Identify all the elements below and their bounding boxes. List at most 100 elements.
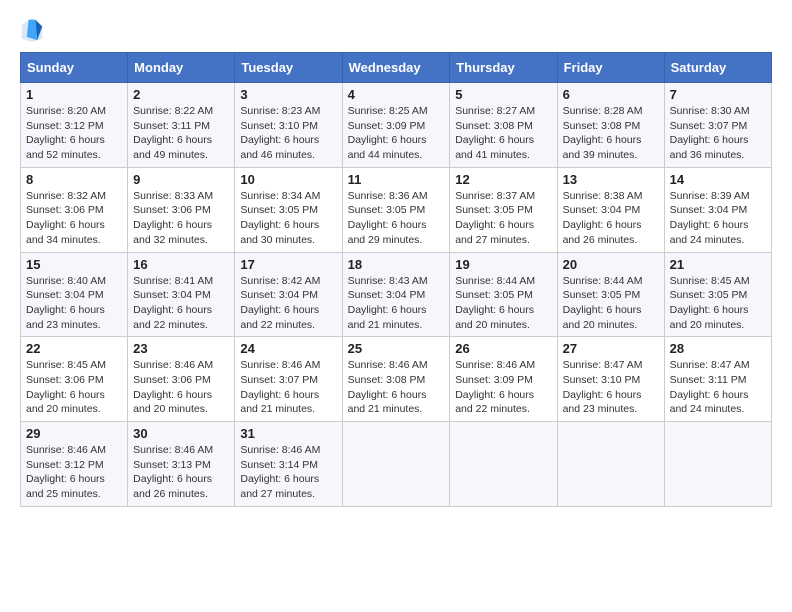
day-info: Sunrise: 8:28 AM Sunset: 3:08 PM Dayligh…	[563, 104, 659, 163]
day-info: Sunrise: 8:37 AM Sunset: 3:05 PM Dayligh…	[455, 189, 551, 248]
day-number: 27	[563, 341, 659, 356]
sunrise-text: Sunrise: 8:40 AM	[26, 275, 106, 287]
calendar-cell: 4 Sunrise: 8:25 AM Sunset: 3:09 PM Dayli…	[342, 83, 450, 168]
calendar-cell: 20 Sunrise: 8:44 AM Sunset: 3:05 PM Dayl…	[557, 252, 664, 337]
sunrise-text: Sunrise: 8:44 AM	[455, 275, 535, 287]
sunrise-text: Sunrise: 8:42 AM	[240, 275, 320, 287]
calendar-cell: 9 Sunrise: 8:33 AM Sunset: 3:06 PM Dayli…	[128, 167, 235, 252]
calendar-cell: 23 Sunrise: 8:46 AM Sunset: 3:06 PM Dayl…	[128, 337, 235, 422]
day-info: Sunrise: 8:46 AM Sunset: 3:08 PM Dayligh…	[348, 358, 445, 417]
day-info: Sunrise: 8:44 AM Sunset: 3:05 PM Dayligh…	[455, 274, 551, 333]
day-info: Sunrise: 8:47 AM Sunset: 3:11 PM Dayligh…	[670, 358, 766, 417]
sunrise-text: Sunrise: 8:46 AM	[348, 359, 428, 371]
day-info: Sunrise: 8:46 AM Sunset: 3:06 PM Dayligh…	[133, 358, 229, 417]
sunset-text: Sunset: 3:05 PM	[455, 289, 533, 301]
day-number: 23	[133, 341, 229, 356]
calendar-cell: 11 Sunrise: 8:36 AM Sunset: 3:05 PM Dayl…	[342, 167, 450, 252]
sunset-text: Sunset: 3:12 PM	[26, 459, 104, 471]
daylight-text: Daylight: 6 hours and 52 minutes.	[26, 134, 105, 161]
day-info: Sunrise: 8:46 AM Sunset: 3:07 PM Dayligh…	[240, 358, 336, 417]
daylight-text: Daylight: 6 hours and 21 minutes.	[348, 304, 427, 331]
sunrise-text: Sunrise: 8:47 AM	[670, 359, 750, 371]
sunset-text: Sunset: 3:08 PM	[455, 120, 533, 132]
calendar-cell: 15 Sunrise: 8:40 AM Sunset: 3:04 PM Dayl…	[21, 252, 128, 337]
calendar-cell: 31 Sunrise: 8:46 AM Sunset: 3:14 PM Dayl…	[235, 422, 342, 507]
daylight-text: Daylight: 6 hours and 22 minutes.	[455, 389, 534, 416]
day-number: 24	[240, 341, 336, 356]
day-number: 9	[133, 172, 229, 187]
calendar-week-3: 15 Sunrise: 8:40 AM Sunset: 3:04 PM Dayl…	[21, 252, 772, 337]
calendar-cell: 17 Sunrise: 8:42 AM Sunset: 3:04 PM Dayl…	[235, 252, 342, 337]
day-info: Sunrise: 8:33 AM Sunset: 3:06 PM Dayligh…	[133, 189, 229, 248]
day-number: 7	[670, 87, 766, 102]
sunset-text: Sunset: 3:06 PM	[133, 204, 211, 216]
daylight-text: Daylight: 6 hours and 23 minutes.	[563, 389, 642, 416]
calendar-cell: 22 Sunrise: 8:45 AM Sunset: 3:06 PM Dayl…	[21, 337, 128, 422]
day-info: Sunrise: 8:30 AM Sunset: 3:07 PM Dayligh…	[670, 104, 766, 163]
day-info: Sunrise: 8:38 AM Sunset: 3:04 PM Dayligh…	[563, 189, 659, 248]
sunset-text: Sunset: 3:04 PM	[240, 289, 318, 301]
day-info: Sunrise: 8:36 AM Sunset: 3:05 PM Dayligh…	[348, 189, 445, 248]
sunset-text: Sunset: 3:06 PM	[26, 374, 104, 386]
daylight-text: Daylight: 6 hours and 44 minutes.	[348, 134, 427, 161]
sunrise-text: Sunrise: 8:44 AM	[563, 275, 643, 287]
sunset-text: Sunset: 3:05 PM	[670, 289, 748, 301]
day-info: Sunrise: 8:46 AM Sunset: 3:12 PM Dayligh…	[26, 443, 122, 502]
weekday-header-saturday: Saturday	[664, 53, 771, 83]
daylight-text: Daylight: 6 hours and 29 minutes.	[348, 219, 427, 246]
day-number: 2	[133, 87, 229, 102]
day-info: Sunrise: 8:41 AM Sunset: 3:04 PM Dayligh…	[133, 274, 229, 333]
sunset-text: Sunset: 3:14 PM	[240, 459, 318, 471]
daylight-text: Daylight: 6 hours and 26 minutes.	[563, 219, 642, 246]
sunset-text: Sunset: 3:13 PM	[133, 459, 211, 471]
sunrise-text: Sunrise: 8:36 AM	[348, 190, 428, 202]
sunset-text: Sunset: 3:04 PM	[563, 204, 641, 216]
sunrise-text: Sunrise: 8:46 AM	[133, 359, 213, 371]
day-info: Sunrise: 8:39 AM Sunset: 3:04 PM Dayligh…	[670, 189, 766, 248]
weekday-header-friday: Friday	[557, 53, 664, 83]
sunrise-text: Sunrise: 8:20 AM	[26, 105, 106, 117]
day-number: 18	[348, 257, 445, 272]
daylight-text: Daylight: 6 hours and 20 minutes.	[26, 389, 105, 416]
day-number: 31	[240, 426, 336, 441]
calendar-cell: 3 Sunrise: 8:23 AM Sunset: 3:10 PM Dayli…	[235, 83, 342, 168]
weekday-header-monday: Monday	[128, 53, 235, 83]
sunset-text: Sunset: 3:04 PM	[670, 204, 748, 216]
sunset-text: Sunset: 3:10 PM	[563, 374, 641, 386]
sunset-text: Sunset: 3:06 PM	[26, 204, 104, 216]
sunrise-text: Sunrise: 8:34 AM	[240, 190, 320, 202]
sunset-text: Sunset: 3:05 PM	[240, 204, 318, 216]
daylight-text: Daylight: 6 hours and 20 minutes.	[670, 304, 749, 331]
day-number: 25	[348, 341, 445, 356]
sunrise-text: Sunrise: 8:46 AM	[455, 359, 535, 371]
calendar-cell: 26 Sunrise: 8:46 AM Sunset: 3:09 PM Dayl…	[450, 337, 557, 422]
day-number: 26	[455, 341, 551, 356]
sunrise-text: Sunrise: 8:33 AM	[133, 190, 213, 202]
sunrise-text: Sunrise: 8:22 AM	[133, 105, 213, 117]
sunrise-text: Sunrise: 8:28 AM	[563, 105, 643, 117]
daylight-text: Daylight: 6 hours and 39 minutes.	[563, 134, 642, 161]
daylight-text: Daylight: 6 hours and 22 minutes.	[133, 304, 212, 331]
day-info: Sunrise: 8:23 AM Sunset: 3:10 PM Dayligh…	[240, 104, 336, 163]
day-number: 14	[670, 172, 766, 187]
calendar-cell: 8 Sunrise: 8:32 AM Sunset: 3:06 PM Dayli…	[21, 167, 128, 252]
sunset-text: Sunset: 3:04 PM	[26, 289, 104, 301]
sunset-text: Sunset: 3:05 PM	[563, 289, 641, 301]
sunrise-text: Sunrise: 8:39 AM	[670, 190, 750, 202]
calendar-cell: 5 Sunrise: 8:27 AM Sunset: 3:08 PM Dayli…	[450, 83, 557, 168]
day-info: Sunrise: 8:34 AM Sunset: 3:05 PM Dayligh…	[240, 189, 336, 248]
daylight-text: Daylight: 6 hours and 24 minutes.	[670, 219, 749, 246]
calendar-cell: 27 Sunrise: 8:47 AM Sunset: 3:10 PM Dayl…	[557, 337, 664, 422]
day-number: 19	[455, 257, 551, 272]
calendar-cell: 19 Sunrise: 8:44 AM Sunset: 3:05 PM Dayl…	[450, 252, 557, 337]
sunrise-text: Sunrise: 8:46 AM	[240, 444, 320, 456]
day-number: 17	[240, 257, 336, 272]
sunset-text: Sunset: 3:04 PM	[133, 289, 211, 301]
sunset-text: Sunset: 3:08 PM	[348, 374, 426, 386]
day-number: 12	[455, 172, 551, 187]
sunset-text: Sunset: 3:07 PM	[240, 374, 318, 386]
day-number: 8	[26, 172, 122, 187]
day-number: 30	[133, 426, 229, 441]
logo-icon	[20, 16, 44, 44]
sunrise-text: Sunrise: 8:46 AM	[133, 444, 213, 456]
